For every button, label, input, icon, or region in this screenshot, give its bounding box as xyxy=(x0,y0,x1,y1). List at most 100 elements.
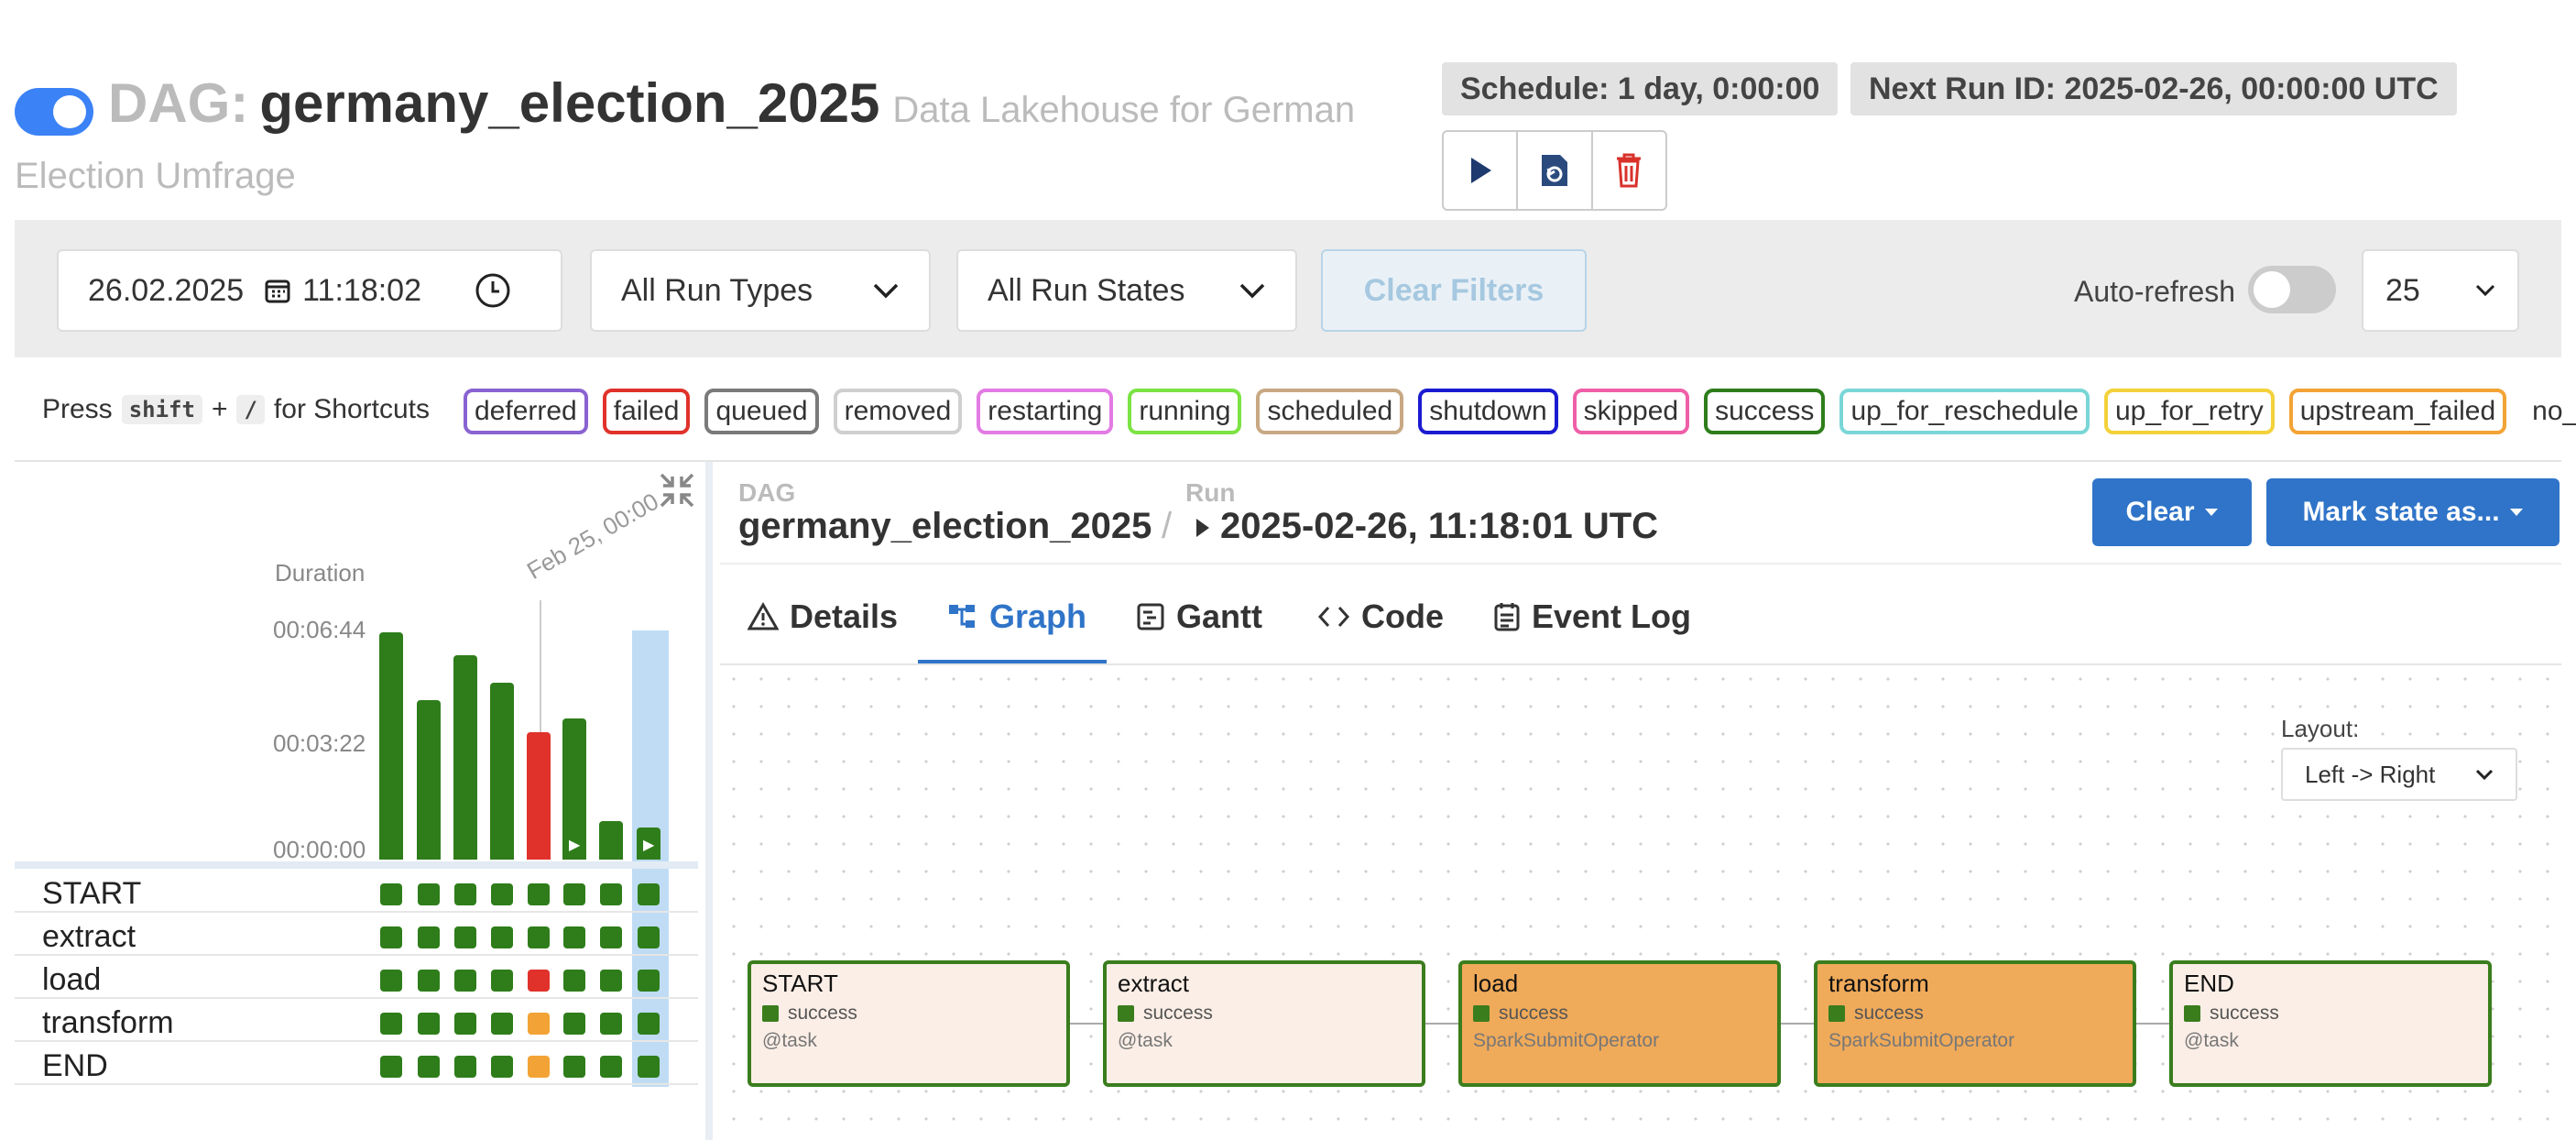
task-instance-success[interactable] xyxy=(380,1056,402,1078)
clear-filters-button[interactable]: Clear Filters xyxy=(1321,249,1587,332)
task-instance-success[interactable] xyxy=(528,883,550,905)
task-name[interactable]: END xyxy=(42,1048,108,1084)
task-instance-success[interactable] xyxy=(563,926,585,948)
clear-button[interactable]: Clear xyxy=(2092,478,2252,546)
run-duration-bar[interactable] xyxy=(417,700,441,860)
task-instance-success[interactable] xyxy=(638,970,660,992)
task-instance-success[interactable] xyxy=(418,883,440,905)
task-instance-upstream-failed[interactable] xyxy=(528,1056,550,1078)
auto-refresh-toggle[interactable] xyxy=(2248,266,2336,313)
task-name[interactable]: transform xyxy=(42,1005,174,1041)
task-instance-success[interactable] xyxy=(380,970,402,992)
toggle-knob xyxy=(53,95,86,128)
legend-scheduled[interactable]: scheduled xyxy=(1256,389,1404,434)
task-instance-success[interactable] xyxy=(600,926,622,948)
dag-pause-toggle[interactable] xyxy=(15,88,93,136)
task-instance-success[interactable] xyxy=(418,1013,440,1035)
collapse-icon[interactable] xyxy=(658,471,696,510)
run-type-select[interactable]: All Run Types xyxy=(590,249,931,332)
legend-failed[interactable]: failed xyxy=(602,389,691,434)
task-name[interactable]: load xyxy=(42,962,101,998)
task-instance-success[interactable] xyxy=(491,1056,513,1078)
legend-success[interactable]: success xyxy=(1704,389,1826,434)
task-instance-failed[interactable] xyxy=(528,970,550,992)
task-instance-success[interactable] xyxy=(638,1013,660,1035)
breadcrumb-dag[interactable]: germany_election_2025 xyxy=(738,506,1152,547)
legend-running[interactable]: running xyxy=(1128,389,1242,434)
legend-skipped[interactable]: skipped xyxy=(1572,389,1690,434)
task-instance-success[interactable] xyxy=(454,970,476,992)
task-instance-success[interactable] xyxy=(563,1056,585,1078)
breadcrumb-run[interactable]: 2025-02-26, 11:18:01 UTC xyxy=(1220,506,1658,547)
graph-node-end[interactable]: END success @task xyxy=(2169,960,2492,1087)
task-instance-success[interactable] xyxy=(454,1013,476,1035)
task-instance-success[interactable] xyxy=(563,883,585,905)
layout-select[interactable]: Left -> Right xyxy=(2281,748,2517,801)
graph-node-start[interactable]: START success @task xyxy=(748,960,1070,1087)
panel-resizer[interactable] xyxy=(705,462,713,1140)
task-instance-success[interactable] xyxy=(638,1056,660,1078)
task-instance-success[interactable] xyxy=(491,1013,513,1035)
mark-state-button[interactable]: Mark state as... xyxy=(2266,478,2560,546)
tab-event-log[interactable]: Event Log xyxy=(1493,597,1691,636)
task-instance-success[interactable] xyxy=(600,1013,622,1035)
legend-shutdown[interactable]: shutdown xyxy=(1418,389,1558,434)
task-name[interactable]: START xyxy=(42,876,141,912)
graph-node-extract[interactable]: extract success @task xyxy=(1103,960,1425,1087)
legend-up-for-reschedule[interactable]: up_for_reschedule xyxy=(1839,389,2090,434)
run-duration-bar[interactable] xyxy=(379,632,403,860)
run-duration-bar[interactable] xyxy=(599,821,623,860)
legend-removed[interactable]: removed xyxy=(833,389,963,434)
run-duration-bar[interactable] xyxy=(453,655,477,860)
task-row[interactable]: transform xyxy=(15,1000,698,1042)
task-instance-success[interactable] xyxy=(491,926,513,948)
page-size-select[interactable]: 25 xyxy=(2362,249,2519,332)
run-duration-bar[interactable] xyxy=(527,732,551,860)
base-date-input[interactable]: 26.02.2025 11:18:02 xyxy=(57,249,562,332)
legend-restarting[interactable]: restarting xyxy=(977,389,1114,434)
legend-deferred[interactable]: deferred xyxy=(464,389,588,434)
task-instance-success[interactable] xyxy=(491,883,513,905)
tab-gantt[interactable]: Gantt xyxy=(1136,597,1262,636)
task-instance-success[interactable] xyxy=(454,1056,476,1078)
task-instance-success[interactable] xyxy=(418,970,440,992)
task-instance-success[interactable] xyxy=(454,926,476,948)
tab-graph[interactable]: Graph xyxy=(947,597,1086,636)
task-instance-upstream-failed[interactable] xyxy=(528,1013,550,1035)
calendar-icon[interactable] xyxy=(264,277,291,304)
clock-icon[interactable] xyxy=(475,272,511,309)
legend-up-for-retry[interactable]: up_for_retry xyxy=(2103,389,2275,434)
tab-code[interactable]: Code xyxy=(1317,597,1444,636)
task-row[interactable]: START xyxy=(15,871,698,913)
task-name[interactable]: extract xyxy=(42,919,136,955)
task-row[interactable]: extract xyxy=(15,914,698,956)
task-instance-success[interactable] xyxy=(418,926,440,948)
task-instance-success[interactable] xyxy=(380,1013,402,1035)
task-instance-success[interactable] xyxy=(600,1056,622,1078)
task-instance-success[interactable] xyxy=(528,926,550,948)
run-duration-bar[interactable] xyxy=(490,683,514,860)
task-instance-success[interactable] xyxy=(380,883,402,905)
legend-upstream-failed[interactable]: upstream_failed xyxy=(2288,389,2507,434)
task-instance-success[interactable] xyxy=(638,926,660,948)
legend-no-status[interactable]: no_status xyxy=(2521,392,2576,431)
task-instance-success[interactable] xyxy=(380,926,402,948)
task-instance-success[interactable] xyxy=(638,883,660,905)
task-row[interactable]: load xyxy=(15,957,698,999)
task-instance-success[interactable] xyxy=(600,970,622,992)
run-state-select[interactable]: All Run States xyxy=(956,249,1297,332)
delete-dag-button[interactable] xyxy=(1593,132,1665,209)
trigger-dag-button[interactable] xyxy=(1444,132,1519,209)
legend-queued[interactable]: queued xyxy=(704,389,819,434)
task-instance-success[interactable] xyxy=(491,970,513,992)
tab-details[interactable]: Details xyxy=(748,597,898,636)
task-instance-success[interactable] xyxy=(454,883,476,905)
task-instance-success[interactable] xyxy=(563,970,585,992)
task-instance-success[interactable] xyxy=(418,1056,440,1078)
reparse-dag-button[interactable] xyxy=(1518,132,1593,209)
task-instance-success[interactable] xyxy=(600,883,622,905)
graph-node-transform[interactable]: transform success SparkSubmitOperator xyxy=(1814,960,2136,1087)
task-row[interactable]: END xyxy=(15,1043,698,1085)
graph-node-load[interactable]: load success SparkSubmitOperator xyxy=(1458,960,1781,1087)
task-instance-success[interactable] xyxy=(563,1013,585,1035)
